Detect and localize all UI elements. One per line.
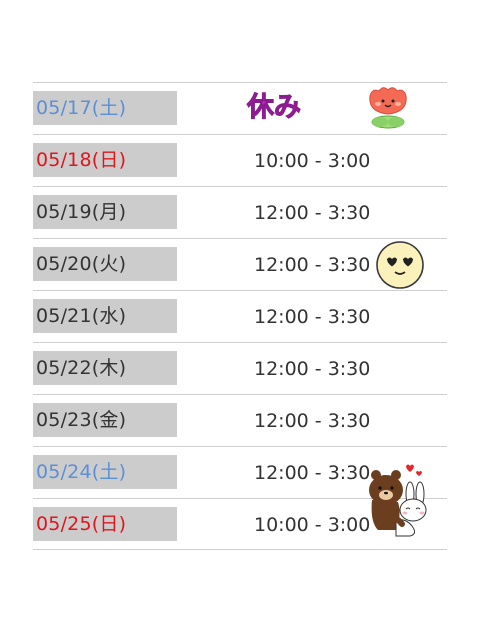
day-off-label: 休み <box>247 92 302 124</box>
schedule-row: 05/23(金) 12:00 - 3:30 <box>33 394 447 446</box>
time-cell: 12:00 - 3:30 <box>254 254 371 276</box>
schedule-row: 05/19(月) 12:00 - 3:30 <box>33 186 447 238</box>
time-cell: 10:00 - 3:00 <box>254 150 371 172</box>
time-cell: 12:00 - 3:30 <box>254 462 371 484</box>
time-cell: 12:00 - 3:30 <box>254 410 371 432</box>
date-cell: 05/19(月) <box>33 195 177 229</box>
bear-and-bunny-sticker <box>369 464 427 537</box>
date-cell: 05/23(金) <box>33 403 177 437</box>
time-cell: 12:00 - 3:30 <box>254 202 371 224</box>
date-cell: 05/17(土) <box>33 91 177 125</box>
time-cell: 10:00 - 3:00 <box>254 514 371 536</box>
date-cell: 05/20(火) <box>33 247 177 281</box>
date-cell: 05/22(木) <box>33 351 177 385</box>
schedule-row: 05/22(木) 12:00 - 3:30 <box>33 342 447 394</box>
schedule-row: 05/21(水) 12:00 - 3:30 <box>33 290 447 342</box>
tulip-sticker <box>369 87 407 129</box>
date-cell: 05/21(水) <box>33 299 177 333</box>
date-cell: 05/18(日) <box>33 143 177 177</box>
time-cell: 12:00 - 3:30 <box>254 358 371 380</box>
date-cell: 05/24(土) <box>33 455 177 489</box>
date-cell: 05/25(日) <box>33 507 177 541</box>
heart-eyes-smiley-sticker <box>376 241 424 289</box>
schedule-row: 05/18(日) 10:00 - 3:00 <box>33 134 447 186</box>
time-cell: 12:00 - 3:30 <box>254 306 371 328</box>
